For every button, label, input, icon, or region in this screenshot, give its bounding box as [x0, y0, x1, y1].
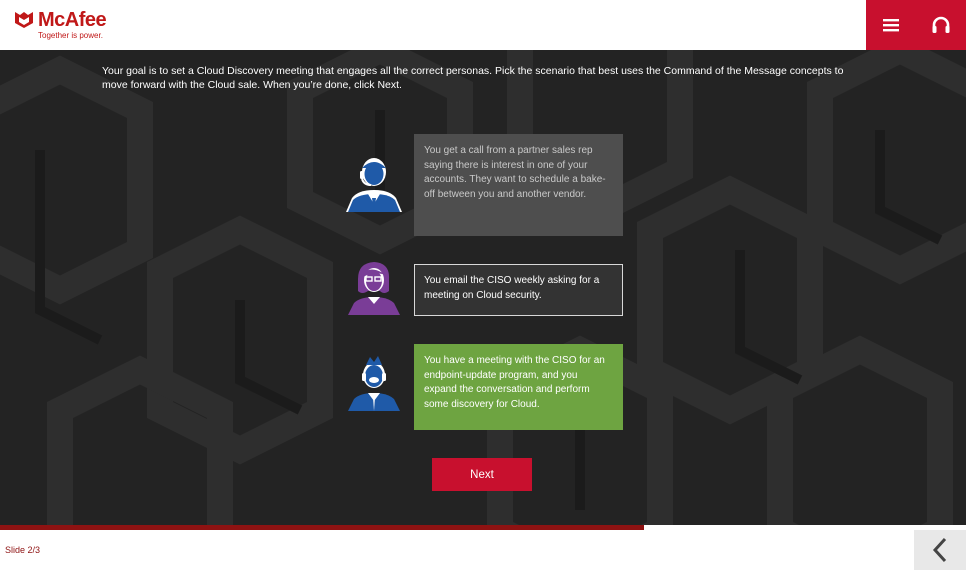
- headset-agent-icon: [346, 158, 402, 212]
- next-button[interactable]: Next: [432, 458, 532, 491]
- scenario-option-1[interactable]: You get a call from a partner sales rep …: [414, 134, 623, 236]
- slide-counter: Slide 2/3: [5, 545, 41, 555]
- footer-bar: Slide 2/3: [0, 530, 966, 570]
- mcafee-shield-icon: [15, 12, 33, 28]
- support-button[interactable]: [926, 10, 956, 40]
- hamburger-menu-icon: [883, 19, 899, 32]
- header-actions: [866, 0, 966, 50]
- logo-tagline: Together is power.: [38, 31, 103, 40]
- man-headset-icon: [348, 356, 400, 411]
- menu-button[interactable]: [876, 10, 906, 40]
- chevron-left-icon: [932, 537, 947, 563]
- mcafee-logo: McAfee Together is power.: [14, 9, 107, 42]
- scenario-option-2[interactable]: You email the CISO weekly asking for a m…: [414, 264, 623, 316]
- content-stage: Your goal is to set a Cloud Discovery me…: [0, 50, 966, 525]
- headphones-icon: [932, 16, 950, 33]
- instructions-text: Your goal is to set a Cloud Discovery me…: [102, 65, 844, 91]
- logo-text: McAfee: [38, 9, 107, 31]
- scenario-option-3[interactable]: You have a meeting with the CISO for an …: [414, 344, 623, 430]
- back-button[interactable]: [914, 530, 966, 570]
- header-bar: McAfee Together is power.: [0, 0, 966, 50]
- woman-glasses-icon: [348, 262, 400, 315]
